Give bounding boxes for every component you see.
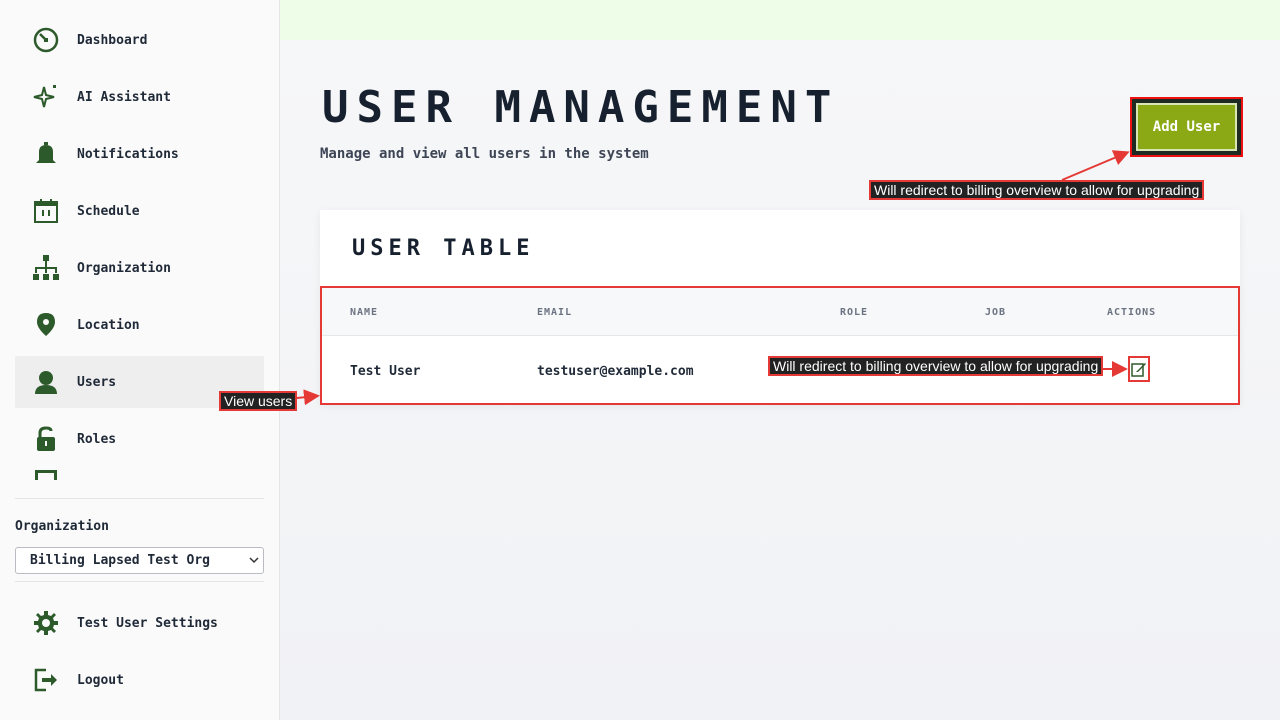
settings-label: Test User Settings xyxy=(77,615,218,631)
sidebar-item-label: Roles xyxy=(77,431,117,447)
sidebar-item-partial[interactable] xyxy=(15,470,264,490)
column-header-role[interactable]: ROLE xyxy=(840,307,868,318)
sidebar-item-label: Notifications xyxy=(77,146,179,162)
briefcase-icon xyxy=(35,470,57,480)
page-subtitle: Manage and view all users in the system xyxy=(320,146,649,162)
sidebar-item-notifications[interactable]: Notifications xyxy=(15,128,264,180)
table-header: NAME EMAIL ROLE JOB ACTIONS xyxy=(322,288,1238,336)
column-header-email[interactable]: EMAIL xyxy=(537,307,572,318)
sidebar-item-label: AI Assistant xyxy=(77,89,171,105)
organization-select-value: Billing Lapsed Test Org xyxy=(30,553,211,568)
chevron-down-icon xyxy=(249,557,259,564)
add-user-button-label: Add User xyxy=(1136,103,1237,151)
sidebar-item-ai-assistant[interactable]: AI Assistant xyxy=(15,71,264,123)
sparkle-icon xyxy=(29,83,63,111)
divider xyxy=(15,498,264,499)
sidebar-item-schedule[interactable]: Schedule xyxy=(15,185,264,237)
sidebar-item-label: Organization xyxy=(77,260,171,276)
logout-label: Logout xyxy=(77,672,124,688)
sidebar-item-dashboard[interactable]: Dashboard xyxy=(15,14,264,66)
location-pin-icon xyxy=(29,311,63,339)
user-table: NAME EMAIL ROLE JOB ACTIONS Test User te… xyxy=(320,286,1240,405)
gear-icon xyxy=(29,609,63,637)
divider xyxy=(15,581,264,582)
sidebar-bottom-nav: Test User Settings Logout xyxy=(15,597,264,711)
page-title: USER MANAGEMENT xyxy=(322,82,840,133)
sidebar-item-roles[interactable]: Roles xyxy=(15,413,264,465)
column-header-actions: ACTIONS xyxy=(1107,307,1157,318)
sidebar-item-location[interactable]: Location xyxy=(15,299,264,351)
user-icon xyxy=(29,368,63,396)
table-title: USER TABLE xyxy=(352,236,535,261)
annotation-add-user: Will redirect to billing overview to all… xyxy=(869,180,1205,200)
logout-icon xyxy=(29,666,63,694)
sidebar: Dashboard AI Assistant Notifications Sch… xyxy=(0,0,280,720)
top-banner xyxy=(280,0,1280,40)
sidebar-item-label: Schedule xyxy=(77,203,140,219)
add-user-button[interactable]: Add User xyxy=(1130,97,1243,157)
sidebar-item-label: Dashboard xyxy=(77,32,148,48)
organization-label: Organization xyxy=(15,519,109,534)
sidebar-item-organization[interactable]: Organization xyxy=(15,242,264,294)
annotation-edit-user: Will redirect to billing overview to all… xyxy=(768,356,1104,376)
lock-icon xyxy=(29,425,63,453)
user-email-cell: testuser@example.com xyxy=(537,364,694,379)
bell-icon xyxy=(29,140,63,168)
user-name-cell: Test User xyxy=(350,364,421,379)
organization-select[interactable]: Billing Lapsed Test Org xyxy=(15,547,264,574)
org-chart-icon xyxy=(29,254,63,282)
annotation-view-users: View users xyxy=(219,391,298,411)
calendar-icon xyxy=(29,197,63,225)
logout-button[interactable]: Logout xyxy=(15,654,264,706)
settings-button[interactable]: Test User Settings xyxy=(15,597,264,649)
column-header-name[interactable]: NAME xyxy=(350,307,378,318)
sidebar-item-label: Location xyxy=(77,317,140,333)
sidebar-nav: Dashboard AI Assistant Notifications Sch… xyxy=(15,14,264,492)
sidebar-item-label: Users xyxy=(77,374,117,390)
dashboard-icon xyxy=(29,26,63,54)
column-header-job[interactable]: JOB xyxy=(985,307,1006,318)
edit-user-icon[interactable] xyxy=(1128,356,1150,382)
